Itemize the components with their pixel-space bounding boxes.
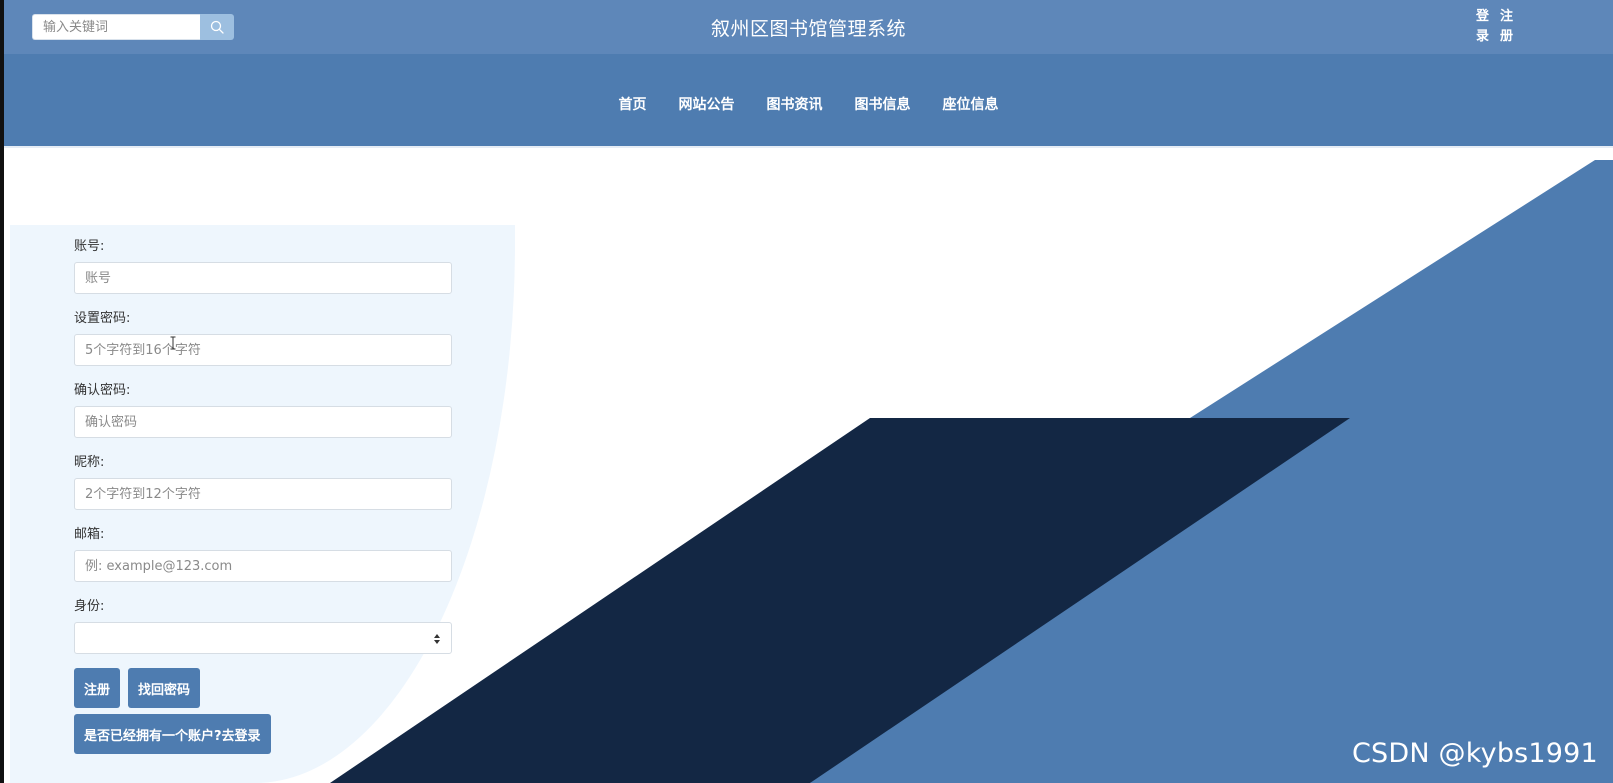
email-input[interactable] — [74, 550, 452, 582]
password-input[interactable] — [74, 334, 452, 366]
form-button-row: 注册 找回密码 — [74, 668, 452, 708]
confirm-password-input[interactable] — [74, 406, 452, 438]
go-login-button[interactable]: 是否已经拥有一个账户?去登录 — [74, 714, 271, 754]
password-label: 设置密码: — [74, 311, 131, 326]
account-label: 账号: — [74, 239, 105, 254]
recover-password-button[interactable]: 找回密码 — [128, 668, 201, 708]
nav-item-book-info[interactable]: 图书信息 — [839, 94, 927, 114]
nickname-input[interactable] — [74, 478, 452, 510]
register-button[interactable]: 注册 — [74, 668, 121, 708]
role-select[interactable] — [74, 622, 452, 654]
nav-list: 首页 网站公告 图书资讯 图书信息 座位信息 — [4, 94, 1613, 114]
role-label: 身份: — [74, 599, 105, 614]
select-arrows-icon — [434, 634, 440, 644]
top-bar: 叙州区图书馆管理系统 登 注 录 册 — [4, 0, 1613, 54]
page: 叙州区图书馆管理系统 登 注 录 册 首页 网站公告 图书资讯 图书信息 座位信… — [0, 0, 1613, 783]
register-form: 账号: 设置密码: 确认密码: 昵称: 邮箱: 身份: 注册 找回密码 — [74, 237, 452, 754]
confirm-password-label: 确认密码: — [74, 383, 131, 398]
register-link-top[interactable]: 注 — [1500, 8, 1524, 25]
nav-item-home[interactable]: 首页 — [603, 94, 663, 114]
register-form-panel: 账号: 设置密码: 确认密码: 昵称: 邮箱: 身份: 注册 找回密码 — [10, 225, 515, 783]
nav-item-book-news[interactable]: 图书资讯 — [751, 94, 839, 114]
nav-item-announcements[interactable]: 网站公告 — [663, 94, 751, 114]
site-title: 叙州区图书馆管理系统 — [710, 18, 906, 40]
login-link-top[interactable]: 登 — [1476, 8, 1500, 25]
text-cursor-icon — [170, 336, 176, 350]
email-label: 邮箱: — [74, 527, 105, 542]
nickname-label: 昵称: — [74, 455, 105, 470]
login-link-bottom[interactable]: 录 — [1476, 28, 1500, 45]
nav-item-seat-info[interactable]: 座位信息 — [927, 94, 1015, 114]
register-link-bottom[interactable]: 册 — [1500, 28, 1524, 45]
nav-bar: 首页 网站公告 图书资讯 图书信息 座位信息 — [4, 54, 1613, 148]
auth-links: 登 注 录 册 — [1476, 8, 1524, 45]
watermark-text: CSDN @kybs1991 — [1352, 738, 1598, 769]
account-input[interactable] — [74, 262, 452, 294]
